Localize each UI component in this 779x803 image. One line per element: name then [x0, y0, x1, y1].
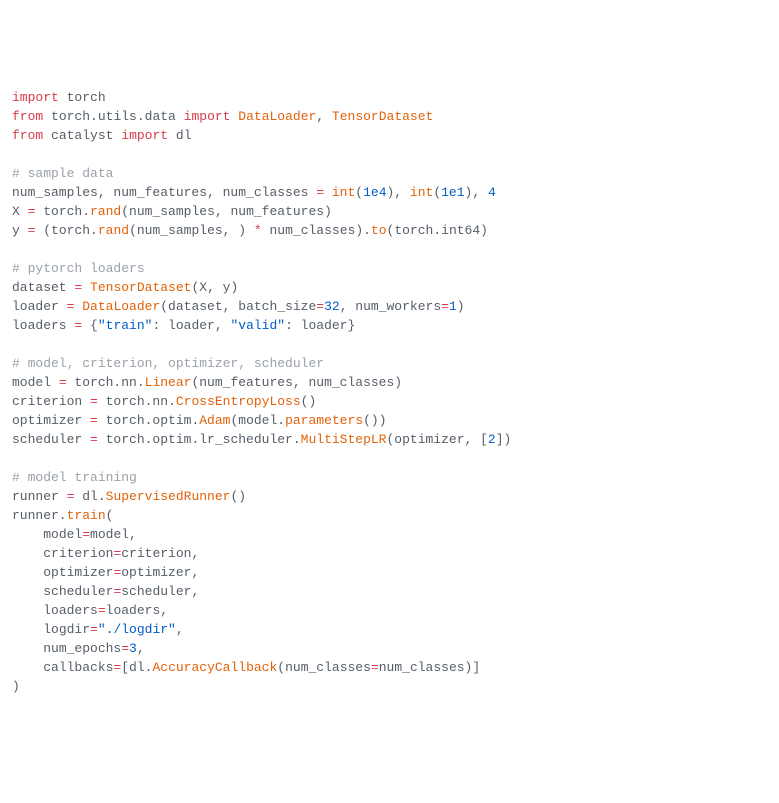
line: scheduler = torch.optim.lr_scheduler.Mul…: [12, 432, 511, 447]
line: # model, criterion, optimizer, scheduler: [12, 356, 324, 371]
line: dataset = TensorDataset(X, y): [12, 280, 238, 295]
comment: # model, criterion, optimizer, scheduler: [12, 356, 324, 371]
line: model = torch.nn.Linear(num_features, nu…: [12, 375, 402, 390]
line: from torch.utils.data import DataLoader,…: [12, 109, 433, 124]
comment: # sample data: [12, 166, 113, 181]
line: y = (torch.rand(num_samples, ) * num_cla…: [12, 223, 488, 238]
line: criterion = torch.nn.CrossEntropyLoss(): [12, 394, 316, 409]
line: import torch: [12, 90, 106, 105]
code-block: import torch from torch.utils.data impor…: [12, 88, 767, 696]
line: criterion=criterion,: [12, 546, 199, 561]
comment: # pytorch loaders: [12, 261, 145, 276]
line: scheduler=scheduler,: [12, 584, 199, 599]
line: loaders = {"train": loader, "valid": loa…: [12, 318, 355, 333]
line: loaders=loaders,: [12, 603, 168, 618]
line: optimizer=optimizer,: [12, 565, 199, 580]
line: num_epochs=3,: [12, 641, 145, 656]
line: model=model,: [12, 527, 137, 542]
line: loader = DataLoader(dataset, batch_size=…: [12, 299, 465, 314]
line: # sample data: [12, 166, 113, 181]
keyword-import: import: [12, 90, 59, 105]
line: runner = dl.SupervisedRunner(): [12, 489, 246, 504]
line: callbacks=[dl.AccuracyCallback(num_class…: [12, 660, 480, 675]
line: runner.train(: [12, 508, 113, 523]
line: num_samples, num_features, num_classes =…: [12, 185, 496, 200]
comment: # model training: [12, 470, 137, 485]
line: X = torch.rand(num_samples, num_features…: [12, 204, 332, 219]
line: logdir="./logdir",: [12, 622, 184, 637]
line: from catalyst import dl: [12, 128, 192, 143]
line: # pytorch loaders: [12, 261, 145, 276]
line: # model training: [12, 470, 137, 485]
line: optimizer = torch.optim.Adam(model.param…: [12, 413, 387, 428]
line: ): [12, 679, 20, 694]
